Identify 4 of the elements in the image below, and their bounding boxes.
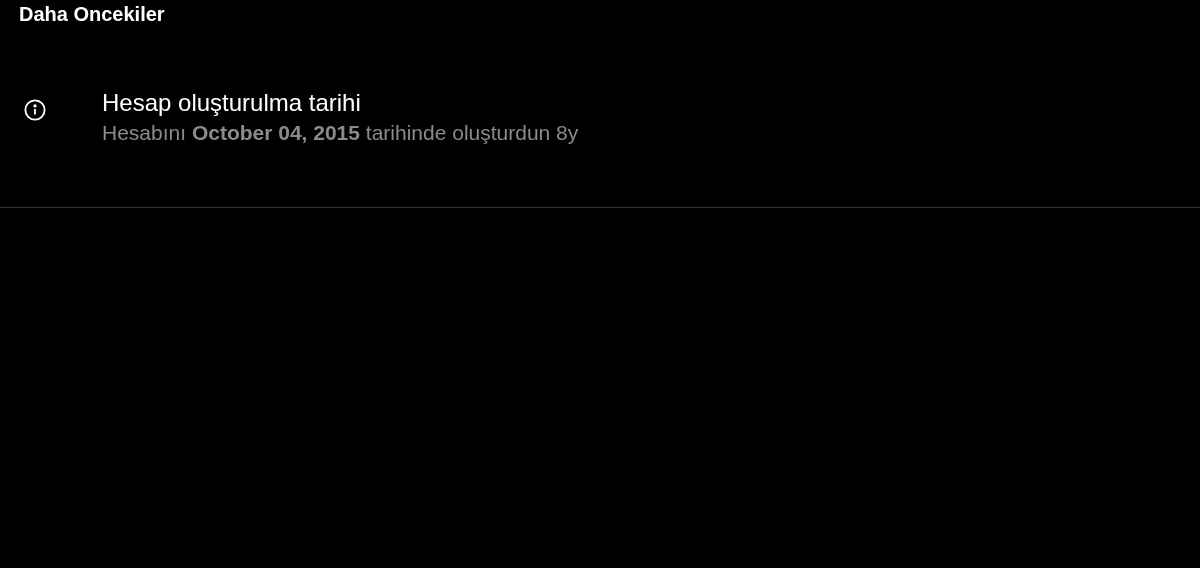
info-icon	[24, 99, 46, 121]
item-title: Hesap oluşturulma tarihi	[102, 88, 362, 118]
item-description: Hesabını October 04, 2015 tarihinde oluşturdun 8y	[102, 120, 579, 146]
section-title: Daha Oncekiler	[19, 2, 166, 27]
